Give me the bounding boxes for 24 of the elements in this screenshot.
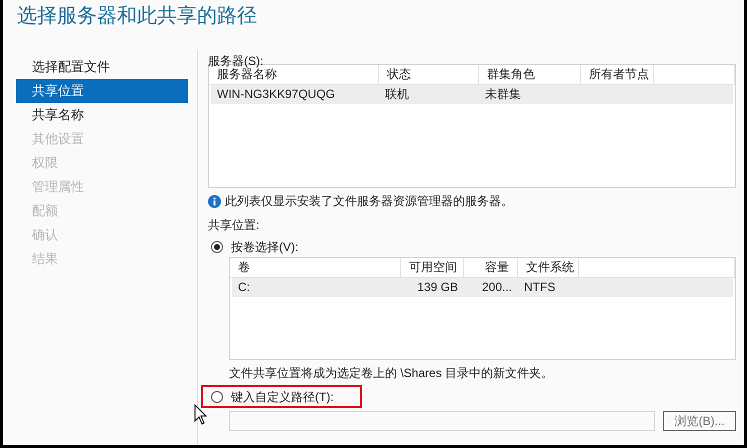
radio-label: 按卷选择(V): <box>231 239 298 256</box>
info-note: 此列表仅显示安装了文件服务器资源管理器的服务器。 <box>225 193 513 210</box>
table-cell-text: WIN-NG3KK97QUQG <box>216 86 336 103</box>
mouse-pointer-icon <box>194 404 208 426</box>
sidebar-item[interactable]: 共享位置 <box>16 79 188 103</box>
info-icon <box>208 194 221 208</box>
path-input-field[interactable] <box>229 410 656 430</box>
sidebar-item[interactable]: 选择配置文件 <box>16 55 188 79</box>
table-cell-text: 200... <box>480 279 513 296</box>
radio-button[interactable] <box>211 390 223 402</box>
table-cell-text: 联机 <box>384 86 410 103</box>
table-cell-text: C: <box>237 279 251 296</box>
section-label: 服务器(S): <box>208 53 264 68</box>
section-label: 共享位置: <box>208 217 260 234</box>
radio-label: 键入自定义路径(T): <box>231 388 334 406</box>
sidebar-item[interactable]: 共享名称 <box>16 103 188 127</box>
table-cell-text: 139 GB <box>416 279 459 296</box>
page-title: 选择服务器和此共享的路径 <box>16 4 258 29</box>
table-row[interactable]: C: 139 GB 200... NTFS <box>232 278 733 297</box>
radio-button[interactable] <box>211 241 223 253</box>
table-cell-text: NTFS <box>523 279 556 296</box>
volume-note: 文件共享位置将成为选定卷上的 \Shares 目录中的新文件夹。 <box>229 365 554 382</box>
table-row[interactable]: WIN-NG3KK97QUQG 联机 未群集 <box>211 85 733 104</box>
table-cell-text: 未群集 <box>484 86 522 103</box>
